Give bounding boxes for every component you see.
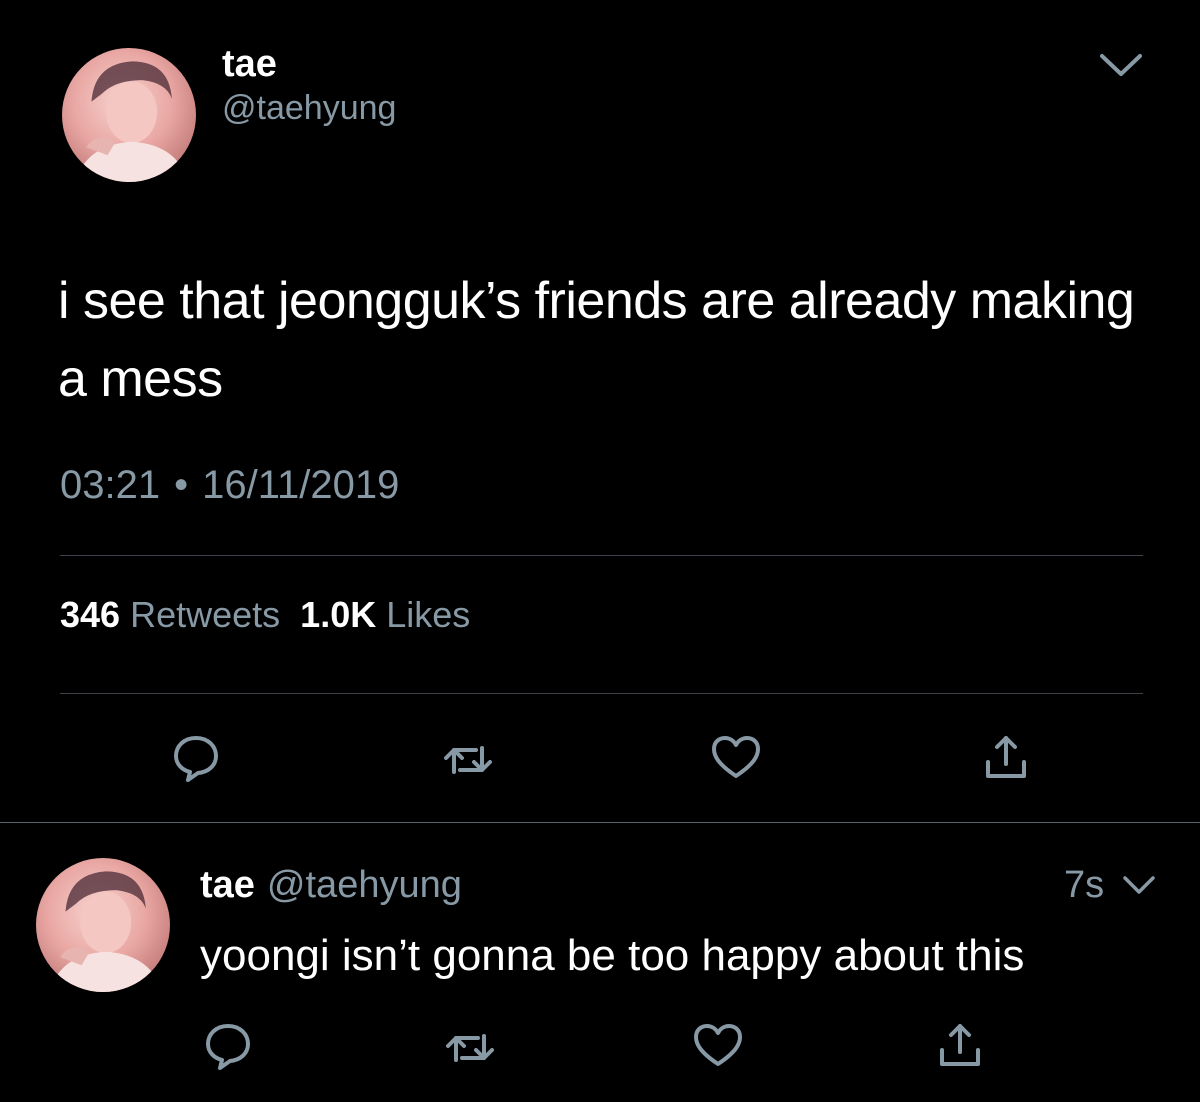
- tweet-text: i see that jeongguk’s friends are alread…: [58, 272, 1135, 408]
- tweet-stats: 346 Retweets 1.0K Likes: [60, 592, 490, 638]
- likes-stat[interactable]: 1.0K Likes: [300, 594, 490, 635]
- like-icon[interactable]: [708, 730, 764, 786]
- retweet-icon[interactable]: [440, 732, 496, 788]
- avatar-photo: [49, 871, 162, 992]
- retweet-count: 346: [60, 594, 121, 635]
- avatar[interactable]: [36, 858, 170, 992]
- author-name[interactable]: tae: [200, 864, 255, 906]
- timestamp-separator: •: [174, 463, 189, 507]
- retweet-icon[interactable]: [442, 1020, 498, 1076]
- tweet-timestamp[interactable]: 03:21 • 16/11/2019: [60, 460, 399, 510]
- share-icon[interactable]: [978, 730, 1034, 786]
- reply-icon[interactable]: [168, 730, 224, 786]
- avatar[interactable]: [62, 48, 196, 182]
- divider: [60, 693, 1143, 694]
- like-label: Likes: [386, 594, 471, 635]
- tweet-time: 03:21: [60, 463, 161, 507]
- divider: [60, 555, 1143, 556]
- chevron-down-icon[interactable]: [1098, 50, 1144, 80]
- like-icon[interactable]: [690, 1018, 746, 1074]
- share-icon[interactable]: [932, 1018, 988, 1074]
- chevron-down-icon[interactable]: [1122, 874, 1156, 898]
- reply-header: tae @taehyung: [200, 862, 462, 908]
- reply-text: yoongi isn’t gonna be too happy about th…: [200, 931, 1025, 980]
- tweet-date: 16/11/2019: [202, 463, 400, 507]
- author-handle[interactable]: @taehyung: [267, 864, 462, 906]
- retweets-stat[interactable]: 346 Retweets: [60, 594, 300, 635]
- like-count: 1.0K: [300, 594, 377, 635]
- author-name[interactable]: tae: [222, 42, 277, 86]
- retweet-label: Retweets: [130, 594, 281, 635]
- reply-icon[interactable]: [200, 1018, 256, 1074]
- avatar-photo: [75, 61, 188, 182]
- author-handle[interactable]: @taehyung: [222, 88, 396, 128]
- reply-timestamp[interactable]: 7s: [1064, 862, 1104, 908]
- divider: [0, 822, 1200, 823]
